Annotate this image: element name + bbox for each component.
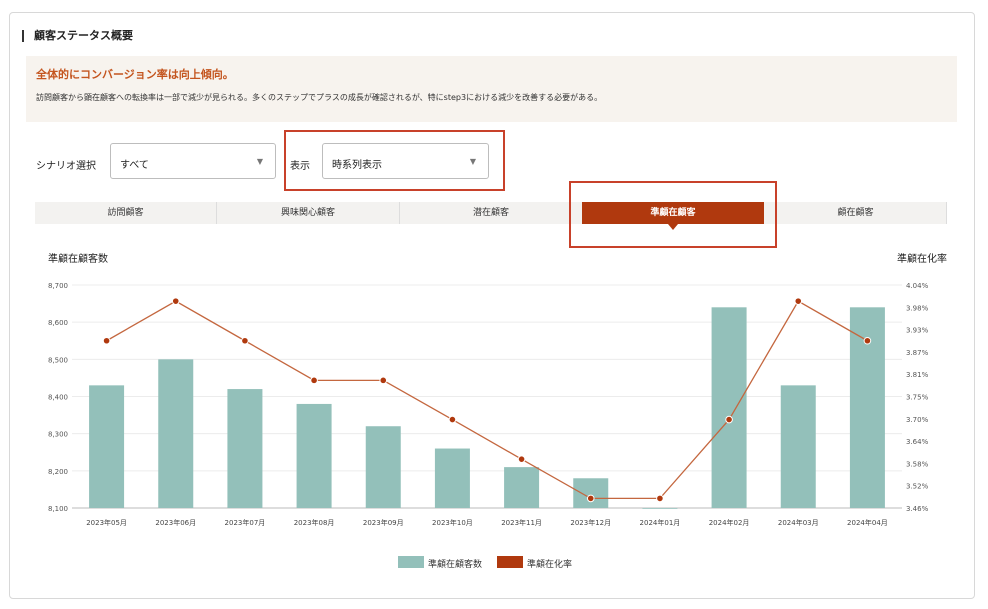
right-tick-label: 3.46% xyxy=(906,505,929,513)
bar xyxy=(365,426,401,508)
chart-grid xyxy=(72,284,902,509)
x-tick-label: 2024年04月 xyxy=(847,518,888,527)
right-tick-label: 3.93% xyxy=(906,327,929,335)
rate-point xyxy=(586,494,595,503)
left-tick-label: 8,500 xyxy=(48,356,68,364)
rate-point xyxy=(794,297,803,305)
x-tick-label: 2023年07月 xyxy=(225,518,266,527)
bar xyxy=(227,389,263,508)
left-tick-label: 8,200 xyxy=(48,468,68,476)
x-tick-label: 2023年12月 xyxy=(570,518,611,527)
right-tick-label: 3.64% xyxy=(906,438,929,446)
bar-series xyxy=(89,307,885,509)
legend-label-line: 準顧在化率 xyxy=(527,560,573,570)
x-tick-label: 2023年11月 xyxy=(501,518,542,527)
rate-point xyxy=(517,455,526,463)
bar xyxy=(434,448,470,508)
x-tick-label: 2023年05月 xyxy=(86,518,127,527)
right-tick-label: 3.98% xyxy=(906,304,929,312)
rate-point xyxy=(310,376,318,385)
rate-point xyxy=(725,415,733,424)
x-tick-label: 2024年01月 xyxy=(640,518,681,527)
right-tick-label: 3.75% xyxy=(906,394,929,402)
legend-swatch-bar xyxy=(398,556,424,568)
x-tick-label: 2023年09月 xyxy=(363,518,404,527)
x-tick-label: 2023年10月 xyxy=(432,518,473,527)
x-tick-label: 2023年08月 xyxy=(294,518,335,527)
bar xyxy=(158,359,194,508)
left-tick-label: 8,300 xyxy=(48,431,68,439)
right-tick-label: 3.58% xyxy=(906,460,929,468)
bar xyxy=(780,385,816,508)
rate-point xyxy=(863,336,872,345)
rate-line xyxy=(106,300,868,500)
rate-point xyxy=(656,494,664,503)
bar xyxy=(504,467,540,508)
right-axis-title: 準顧在化率 xyxy=(897,252,947,265)
rate-point xyxy=(379,376,388,385)
right-tick-label: 3.52% xyxy=(906,483,929,491)
bar xyxy=(573,478,609,508)
x-tick-label: 2023年06月 xyxy=(155,518,196,527)
left-tick-label: 8,600 xyxy=(48,319,68,327)
x-tick-label: 2024年02月 xyxy=(709,518,750,527)
left-tick-label: 8,400 xyxy=(48,394,68,402)
right-tick-label: 3.87% xyxy=(906,349,929,357)
right-tick-label: 4.04% xyxy=(906,282,929,290)
rate-point xyxy=(448,415,457,424)
rate-point xyxy=(102,336,111,345)
left-axis-title: 準顧在顧客数 xyxy=(48,252,108,265)
bar xyxy=(89,385,125,508)
right-tick-label: 3.81% xyxy=(906,371,929,379)
legend-swatch-line xyxy=(497,556,523,568)
left-tick-label: 8,100 xyxy=(48,505,68,513)
right-tick-label: 3.70% xyxy=(906,416,929,424)
x-tick-label: 2024年03月 xyxy=(778,518,819,527)
left-tick-label: 8,700 xyxy=(48,282,68,290)
rate-point xyxy=(171,297,180,305)
bar xyxy=(296,403,332,508)
legend-label-bar: 準顧在顧客数 xyxy=(428,560,483,570)
bar xyxy=(711,307,747,508)
combo-chart: 準顧在顧客数 準顧在化率 8,100 8,200 8,300 8,400 8,500 8,… xyxy=(48,252,947,527)
rate-point xyxy=(241,336,249,345)
bar xyxy=(642,508,678,509)
